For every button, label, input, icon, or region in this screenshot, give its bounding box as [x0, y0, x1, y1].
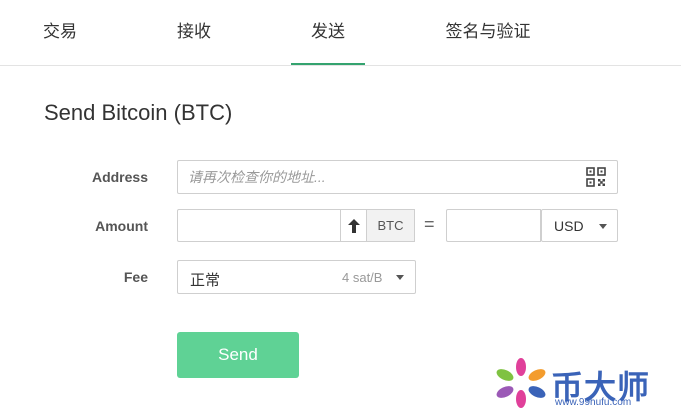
nav-tabs: 交易 接收 发送 签名与验证 [0, 0, 681, 66]
address-input[interactable] [177, 160, 618, 194]
chevron-down-icon [599, 224, 607, 229]
max-amount-button[interactable] [340, 209, 367, 242]
amount-label: Amount [95, 218, 148, 234]
flower-logo-icon [496, 358, 546, 408]
tab-send-label: 发送 [311, 22, 345, 41]
amount-fiat-input[interactable] [446, 209, 541, 242]
currency-select-value: USD [554, 218, 584, 234]
send-button[interactable]: Send [177, 332, 299, 378]
fee-label: Fee [123, 269, 148, 285]
fee-select[interactable]: 正常 4 sat/B [177, 260, 416, 294]
address-label: Address [91, 169, 148, 185]
tab-sign-verify[interactable]: 签名与验证 [445, 0, 531, 64]
arrow-up-icon [348, 218, 360, 233]
btc-unit-label: BTC [366, 209, 415, 242]
fee-rate: 4 sat/B [342, 270, 383, 285]
tab-transactions[interactable]: 交易 [42, 0, 78, 64]
page-title: Send Bitcoin (BTC) [44, 100, 233, 125]
tab-receive[interactable]: 接收 [176, 0, 212, 64]
equals-sign: = [424, 214, 435, 234]
tab-send[interactable]: 发送 [291, 0, 365, 65]
chevron-down-icon [396, 275, 404, 280]
watermark-url: www.99hufu.com [555, 397, 632, 408]
qr-code-icon[interactable] [586, 167, 606, 187]
amount-btc-input[interactable] [177, 209, 341, 242]
fee-level: 正常 [190, 272, 221, 289]
currency-select[interactable]: USD [541, 209, 618, 242]
